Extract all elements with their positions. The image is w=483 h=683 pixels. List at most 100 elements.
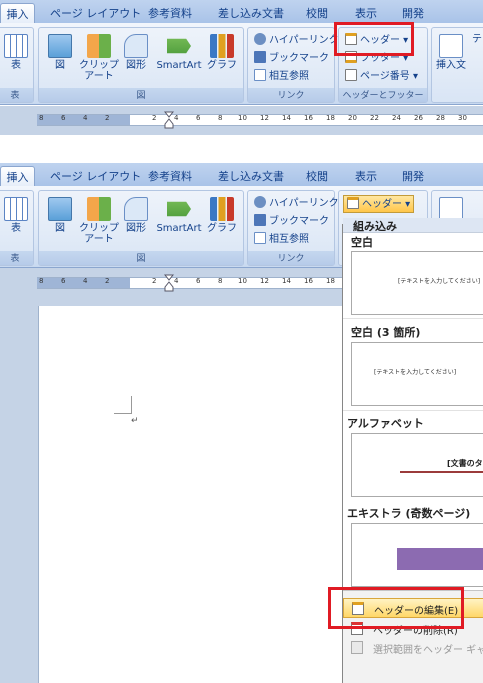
chart-button[interactable]: グラフ	[205, 34, 239, 71]
textbox-icon	[439, 34, 463, 58]
clipart-button[interactable]: クリップ アート	[79, 197, 119, 245]
tab-view[interactable]: 表示	[355, 168, 377, 184]
preview-bar	[397, 548, 483, 570]
ruler-number: 26	[414, 114, 423, 122]
tab-mailings[interactable]: 差し込み文書	[218, 5, 284, 21]
shapes-button[interactable]: 図形	[121, 197, 151, 234]
ruler-number: 2	[152, 114, 157, 122]
table-button[interactable]: 表	[1, 197, 31, 234]
clipart-button[interactable]: クリップ アート	[79, 34, 119, 82]
tab-review[interactable]: 校閲	[306, 5, 328, 21]
hyperlink-icon	[254, 33, 266, 45]
hyperlink-label: ハイパーリンク	[269, 198, 339, 209]
gallery-divider	[343, 410, 483, 411]
ruler-number: 10	[238, 114, 247, 122]
picture-label: 図	[55, 60, 65, 71]
gallery-preview-text: [文書のタ	[447, 459, 483, 468]
tab-mailings[interactable]: 差し込み文書	[218, 168, 284, 184]
header-label: ヘッダー	[362, 199, 402, 210]
gallery-item-blank[interactable]: [テキストを入力してください]	[351, 251, 483, 315]
page-number-button[interactable]: ページ番号 ▾	[345, 68, 418, 86]
ruler-top: 8 6 4 2 2 4 6 8 10 12 14 16 18 20 22 24 …	[0, 106, 483, 135]
group-label-illustrations: 図	[39, 88, 243, 102]
clipart-label: クリップ アート	[79, 223, 119, 245]
hyperlink-label: ハイパーリンク	[269, 35, 339, 46]
ruler-number: 6	[196, 277, 201, 285]
shapes-label: 図形	[126, 60, 146, 71]
table-button[interactable]: 表	[1, 34, 31, 71]
gallery-preview-text: [テキストを入力してください]	[374, 369, 457, 376]
indent-marker[interactable]	[163, 274, 175, 292]
ruler-number: 14	[282, 114, 291, 122]
picture-button[interactable]: 図	[45, 34, 75, 71]
insert-text-button[interactable]: 挿入文	[436, 34, 466, 71]
picture-label: 図	[55, 223, 65, 234]
group-label-table: 表	[0, 251, 33, 265]
ruler-number: 4	[83, 114, 88, 122]
tab-references[interactable]: 参考資料	[148, 168, 192, 184]
document-page[interactable]: ↵	[38, 306, 348, 683]
picture-button[interactable]: 図	[45, 197, 75, 234]
ruler-number: 4	[174, 277, 179, 285]
ruler-number: 4	[83, 277, 88, 285]
save-selection-label: 選択範囲をヘッダー ギャラ	[373, 645, 483, 656]
tab-review[interactable]: 校閲	[306, 168, 328, 184]
table-label: 表	[11, 223, 21, 234]
ruler-number: 18	[326, 277, 335, 285]
ruler-number: 16	[304, 114, 313, 122]
tab-page-layout[interactable]: ページ レイアウト	[50, 168, 141, 184]
chart-button[interactable]: グラフ	[205, 197, 239, 234]
smartart-label: SmartArt	[156, 223, 202, 234]
group-text: 挿入文 テ	[431, 27, 483, 103]
table-icon	[4, 197, 28, 221]
header-icon	[347, 197, 359, 209]
picture-icon	[48, 197, 72, 221]
bookmark-button[interactable]: ブックマーク	[254, 213, 329, 231]
gallery-item-title: アルファベット	[347, 417, 424, 430]
text-more-button[interactable]: テ	[468, 34, 483, 45]
indent-marker[interactable]	[163, 111, 175, 129]
tab-insert[interactable]: 挿入	[0, 3, 35, 23]
ruler-number: 6	[196, 114, 201, 122]
group-label-links: リンク	[248, 251, 334, 265]
bookmark-icon	[254, 51, 266, 63]
ruler-number: 10	[238, 277, 247, 285]
bookmark-button[interactable]: ブックマーク	[254, 50, 329, 68]
group-links: ハイパーリンク ブックマーク 相互参照 リンク	[247, 190, 339, 266]
cross-reference-button[interactable]: 相互参照	[254, 68, 309, 86]
tab-insert[interactable]: 挿入	[0, 166, 35, 186]
hyperlink-button[interactable]: ハイパーリンク	[254, 195, 339, 213]
gallery-item-blank-3[interactable]: [テキストを入力してください]	[351, 342, 483, 406]
shapes-label: 図形	[126, 223, 146, 234]
smartart-button[interactable]: SmartArt	[155, 197, 203, 234]
highlight-header-button	[334, 22, 414, 56]
picture-icon	[48, 34, 72, 58]
tab-developer[interactable]: 開発	[402, 5, 424, 21]
shapes-button[interactable]: 図形	[121, 34, 151, 71]
group-label-header-footer: ヘッダーとフッター	[339, 88, 427, 102]
chart-label: グラフ	[207, 60, 237, 71]
bookmark-icon	[254, 214, 266, 226]
hyperlink-button[interactable]: ハイパーリンク	[254, 32, 339, 50]
header-button-pressed[interactable]: ヘッダー ▾	[343, 195, 415, 213]
page-number-icon	[345, 69, 357, 81]
smartart-button[interactable]: SmartArt	[155, 34, 203, 71]
save-selection-item[interactable]: 選択範囲をヘッダー ギャラ	[343, 639, 483, 657]
tab-page-layout[interactable]: ページ レイアウト	[50, 5, 141, 21]
group-label-illustrations: 図	[39, 251, 243, 265]
group-label-table: 表	[0, 88, 33, 102]
cross-reference-icon	[254, 69, 266, 81]
gallery-item-title: エキストラ (奇数ページ)	[347, 507, 471, 520]
group-illustrations: 図 クリップ アート 図形 SmartArt グラフ 図	[38, 27, 244, 103]
ruler-number: 2	[105, 114, 110, 122]
chart-label: グラフ	[207, 223, 237, 234]
tab-references[interactable]: 参考資料	[148, 5, 192, 21]
tab-view[interactable]: 表示	[355, 5, 377, 21]
gallery-item-alphabet[interactable]: [文書のタ	[351, 433, 483, 497]
gallery-item-extra[interactable]	[351, 523, 483, 587]
gallery-category: 組み込み	[343, 218, 483, 233]
cross-reference-button[interactable]: 相互参照	[254, 231, 309, 249]
group-table: 表 表	[0, 27, 34, 103]
ruler-number: 30	[458, 114, 467, 122]
tab-developer[interactable]: 開発	[402, 168, 424, 184]
